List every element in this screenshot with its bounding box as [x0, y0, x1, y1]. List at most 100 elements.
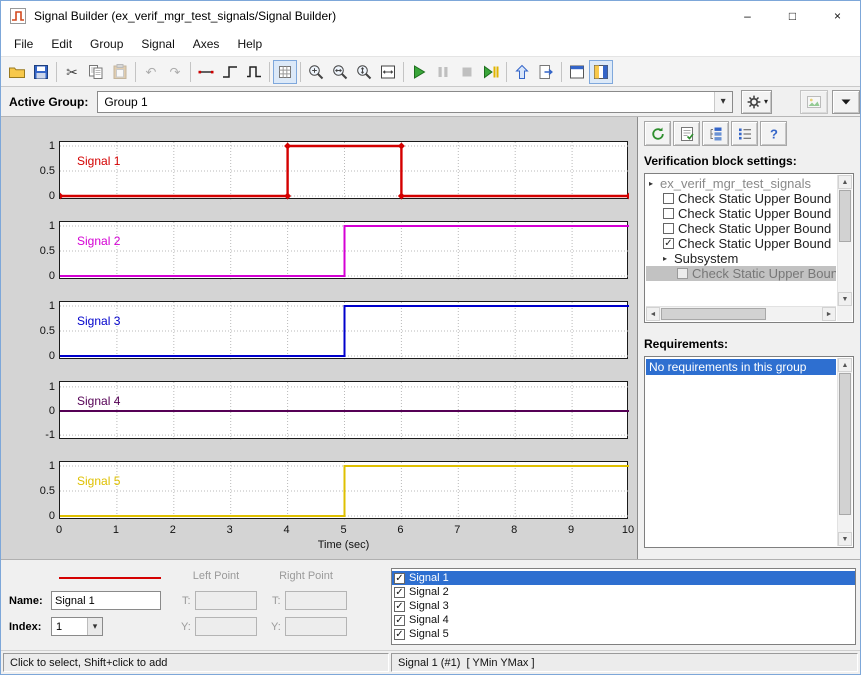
tree-horizontal-scrollbar[interactable]: ◄ ► [646, 306, 836, 321]
dock-button[interactable] [565, 60, 589, 84]
signal-list-item[interactable]: ✓ Signal 4 [392, 613, 855, 627]
scrollbar-thumb[interactable] [839, 373, 851, 515]
verification-tree-item[interactable]: Check Static Upper Bound [646, 191, 836, 206]
undo-icon: ↶ [142, 63, 160, 81]
run-button[interactable] [407, 60, 431, 84]
up-to-parent-button[interactable] [510, 60, 534, 84]
expander-icon[interactable]: ▸ [649, 179, 660, 188]
signal-name-label: Signal 5 [77, 474, 121, 488]
signal-plot-2[interactable]: Signal 2 0 0.5 1 [40, 220, 629, 282]
checkbox-icon[interactable]: ✓ [394, 628, 405, 640]
plot-canvas [60, 222, 629, 280]
snap-to-grid-button[interactable] [273, 59, 297, 84]
draw-pulse-button[interactable] [242, 60, 266, 84]
tree-vertical-scrollbar[interactable]: ▲ ▼ [837, 175, 852, 306]
checkbox-icon[interactable] [677, 268, 688, 279]
draw-step-button[interactable] [218, 60, 242, 84]
verification-tree-item[interactable]: Check Static Upper Bound [646, 266, 836, 281]
zoom-in-y-button[interactable] [352, 60, 376, 84]
verification-tree-item[interactable]: ▸ Subsystem [646, 251, 836, 266]
verification-tree-item[interactable]: Check Static Upper Bound [646, 206, 836, 221]
list-view-button[interactable] [731, 121, 758, 146]
refresh-verification-button[interactable] [644, 121, 671, 146]
close-button[interactable]: × [815, 1, 860, 31]
signal-plot-3[interactable]: Signal 3 0 0.5 1 [40, 300, 629, 362]
verification-tree-item[interactable]: ▸ ex_verif_mgr_test_signals [646, 176, 836, 191]
signal-editor: Left Point Right Point Name: T: T: Index… [1, 559, 860, 650]
scrollbar-thumb[interactable] [839, 190, 851, 242]
copy-button[interactable] [84, 60, 108, 84]
menu-signal[interactable]: Signal [132, 34, 183, 54]
show-verification-panel-button[interactable] [589, 59, 613, 84]
right-y-input [285, 617, 347, 636]
verification-tree-item[interactable]: Check Static Upper Bound [646, 221, 836, 236]
scroll-up-icon[interactable]: ▲ [838, 358, 852, 372]
open-model-button[interactable] [534, 60, 558, 84]
verification-help-button[interactable]: ? [760, 121, 787, 146]
checkbox-icon[interactable] [663, 223, 674, 234]
y-tick-label: 0.5 [39, 485, 55, 497]
signal-plot-4[interactable]: Signal 4 -1 0 1 [45, 381, 629, 441]
scroll-right-icon[interactable]: ► [822, 307, 836, 321]
scroll-left-icon[interactable]: ◄ [646, 307, 660, 321]
signal-list-item[interactable]: ✓ Signal 1 [392, 571, 855, 585]
signal-list-item[interactable]: ✓ Signal 5 [392, 627, 855, 641]
scrollbar-thumb[interactable] [661, 308, 766, 320]
verification-tree-item[interactable]: ✓ Check Static Upper Bound [646, 236, 836, 251]
cut-button[interactable]: ✂ [60, 60, 84, 84]
draw-line-button[interactable] [194, 60, 218, 84]
checkbox-icon[interactable] [663, 208, 674, 219]
checkbox-icon[interactable]: ✓ [663, 238, 674, 249]
checkbox-icon[interactable]: ✓ [394, 586, 405, 598]
zoom-in-xy-button[interactable] [304, 60, 328, 84]
hide-panel-button[interactable] [832, 89, 860, 114]
run-all-button[interactable] [479, 60, 503, 84]
scroll-up-icon[interactable]: ▲ [838, 175, 852, 189]
y-tick-label: 0 [48, 510, 55, 522]
x-tick-label: 4 [283, 524, 290, 536]
signal-index-select[interactable]: 1 ▾ [51, 617, 103, 636]
minimize-button[interactable]: – [725, 1, 770, 31]
checkbox-icon[interactable]: ✓ [394, 600, 405, 612]
maximize-button[interactable]: □ [770, 1, 815, 31]
group-settings-button[interactable]: ▾ [740, 89, 773, 114]
svg-text:✂: ✂ [66, 64, 78, 80]
save-button[interactable] [29, 60, 53, 84]
zoom-in-t-button[interactable] [328, 60, 352, 84]
zoom-t-icon [331, 63, 349, 81]
selected-signal-color-sample [59, 577, 161, 579]
svg-text:?: ? [770, 126, 778, 141]
signal-plot-1[interactable]: Signal 1 0 0.5 1 [40, 140, 629, 202]
signal-name-input[interactable] [51, 591, 161, 610]
tree-item-label: ex_verif_mgr_test_signals [660, 176, 812, 191]
menu-edit[interactable]: Edit [42, 34, 81, 54]
signal-name-label: Signal 3 [77, 314, 121, 328]
menu-group[interactable]: Group [81, 34, 132, 54]
toolbar-separator [190, 61, 191, 82]
checkbox-icon[interactable] [663, 193, 674, 204]
active-group-combobox[interactable]: Group 1 ▾ [97, 90, 733, 113]
show-requirements-button[interactable] [673, 121, 700, 146]
help-icon: ? [765, 125, 783, 143]
open-button[interactable] [5, 60, 29, 84]
requirements-scrollbar[interactable]: ▲ ▼ [837, 358, 852, 546]
signal-list-item[interactable]: ✓ Signal 3 [392, 599, 855, 613]
requirement-item[interactable]: No requirements in this group [646, 359, 836, 375]
x-axis-ticks: 0 1 2 3 4 5 6 7 8 9 10 [56, 522, 634, 536]
scroll-down-icon[interactable]: ▼ [838, 532, 852, 546]
menu-file[interactable]: File [5, 34, 42, 54]
checkbox-icon[interactable]: ✓ [394, 614, 405, 626]
redo-button: ↷ [163, 60, 187, 84]
fit-to-view-button[interactable] [376, 60, 400, 84]
menu-help[interactable]: Help [228, 34, 271, 54]
verification-tree: ▸ ex_verif_mgr_test_signals Check Static U… [646, 175, 836, 305]
expander-icon[interactable]: ▸ [663, 254, 674, 263]
menu-axes[interactable]: Axes [184, 34, 229, 54]
signal-plot-5[interactable]: Signal 5 0 0.5 1 [40, 460, 629, 522]
toolbar-separator [561, 61, 562, 82]
scroll-down-icon[interactable]: ▼ [838, 292, 852, 306]
tree-item-label: Check Static Upper Bound [678, 221, 832, 236]
tree-view-button[interactable] [702, 121, 729, 146]
signal-list-item[interactable]: ✓ Signal 2 [392, 585, 855, 599]
checkbox-icon[interactable]: ✓ [394, 572, 405, 584]
